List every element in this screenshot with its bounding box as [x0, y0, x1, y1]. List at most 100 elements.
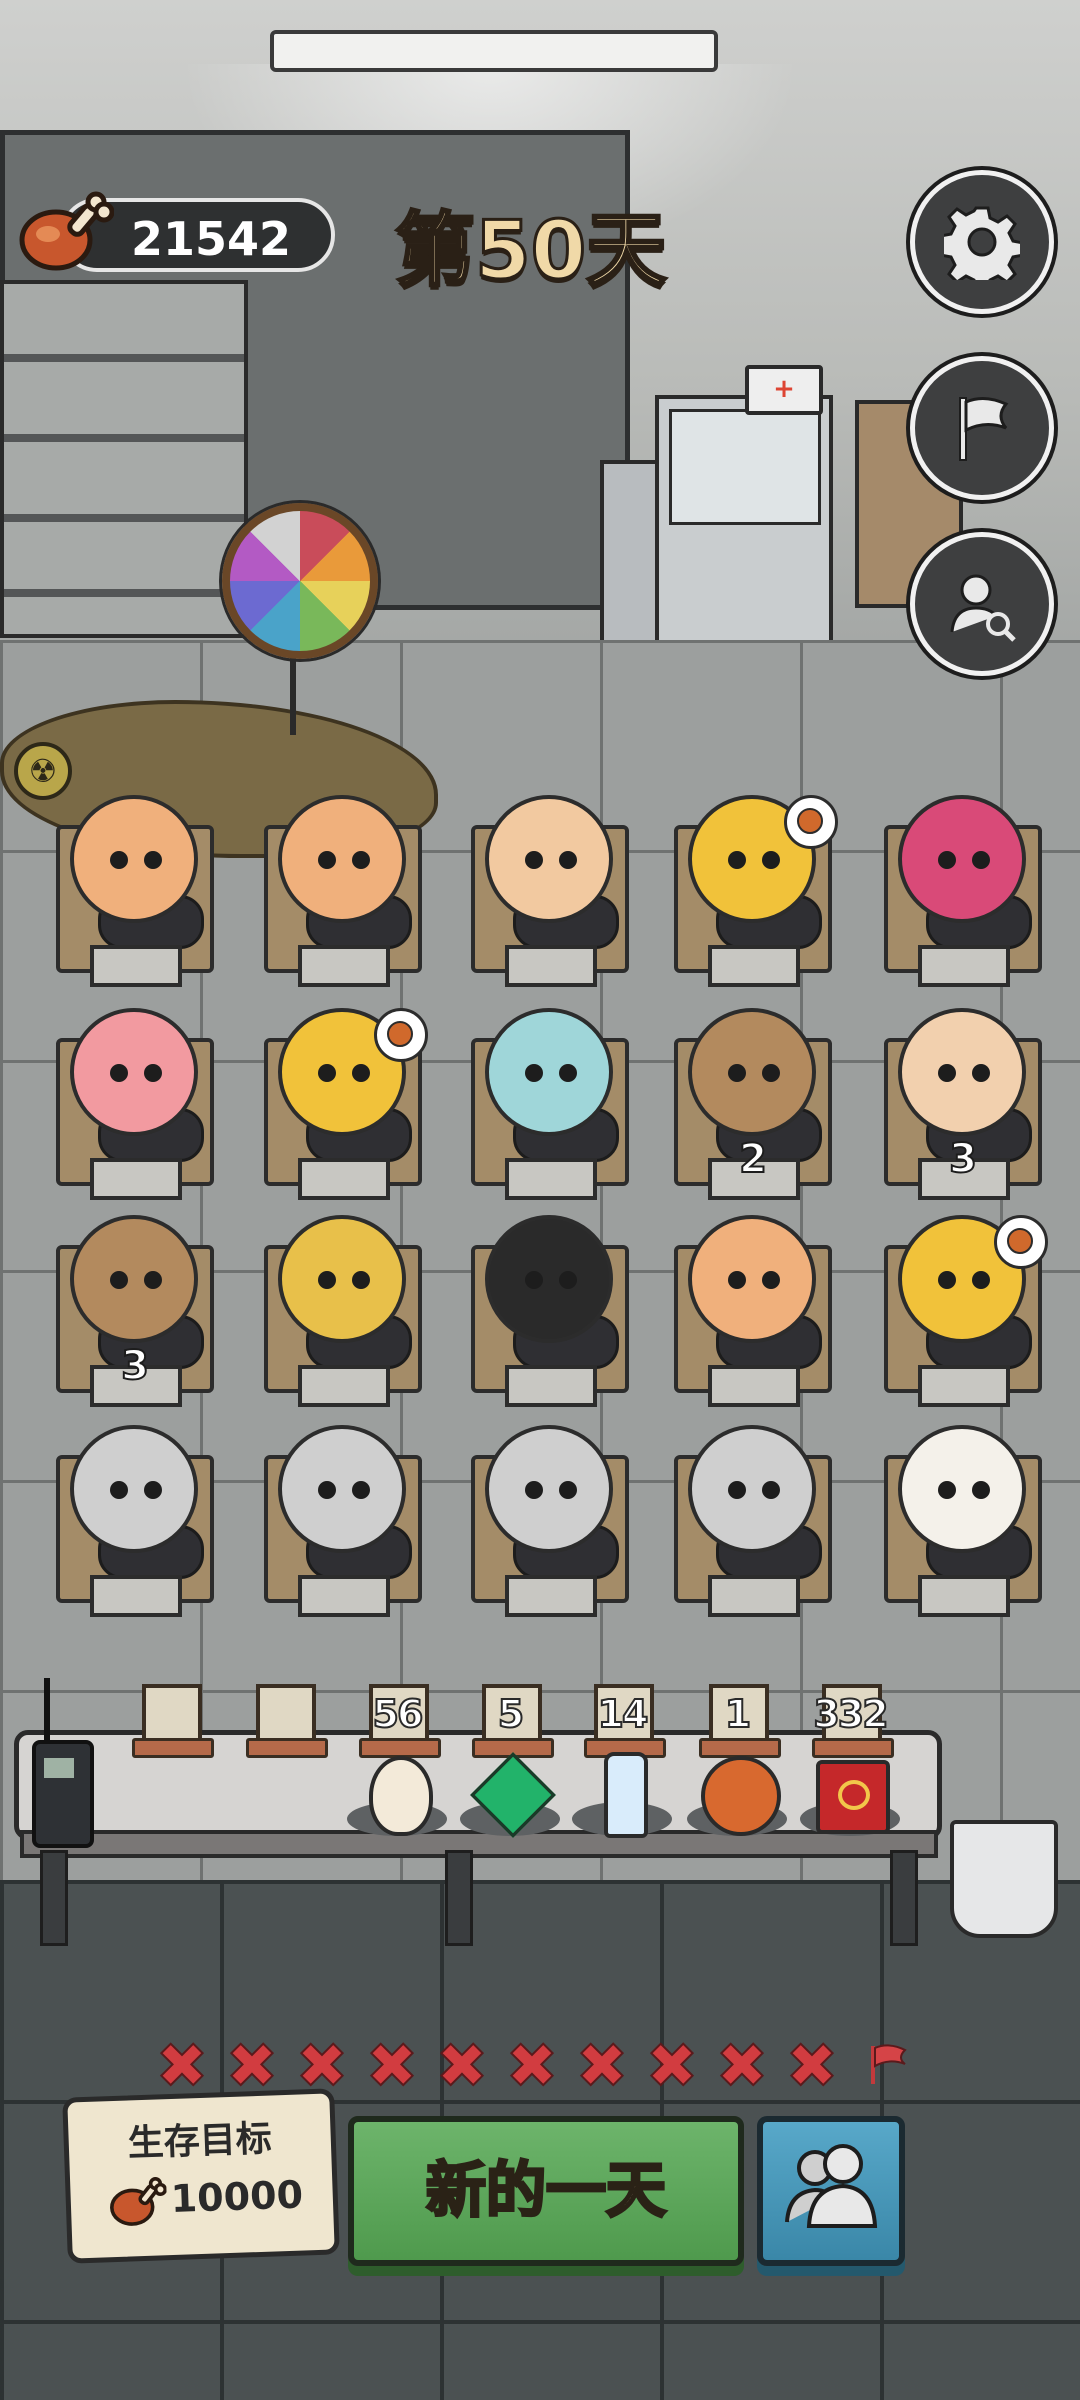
character-count: 2: [738, 1135, 768, 1183]
radiation-icon: ☢: [14, 742, 72, 800]
desk-nameplate: [505, 945, 597, 987]
player-search-button[interactable]: [910, 532, 1054, 676]
character-count: 3: [120, 1342, 150, 1390]
eye: [318, 1064, 336, 1082]
basketball-bubble-icon: [994, 1215, 1048, 1269]
eye: [938, 1064, 956, 1082]
eye: [559, 1481, 577, 1499]
meat-icon: [110, 2176, 168, 2226]
emerald-icon[interactable]: [460, 1752, 560, 1838]
student-desk[interactable]: [465, 1215, 635, 1407]
desk-nameplate: [708, 1365, 800, 1407]
eye: [144, 1064, 162, 1082]
inventory-slot[interactable]: 1: [699, 1684, 781, 1758]
eye: [110, 851, 128, 869]
eye: [559, 1271, 577, 1289]
inventory-slot[interactable]: 14: [584, 1684, 666, 1758]
student-desk[interactable]: [50, 795, 220, 987]
eye: [762, 1271, 780, 1289]
eye: [525, 1481, 543, 1499]
desk-nameplate: [708, 1575, 800, 1617]
day-mark: ✖: [365, 2029, 419, 2102]
table-leg: [890, 1850, 918, 1946]
eye: [525, 851, 543, 869]
day-mark: ✖: [645, 2029, 699, 2102]
basketball-bubble-icon: [374, 1008, 428, 1062]
student-desk[interactable]: [465, 1425, 635, 1617]
new-day-button[interactable]: 新的一天: [348, 2116, 744, 2266]
settings-button[interactable]: [910, 170, 1054, 314]
desk-nameplate: [298, 1158, 390, 1200]
player-search-icon: [950, 574, 1016, 642]
student-desk[interactable]: [258, 795, 428, 987]
gear-icon: [944, 206, 1020, 280]
eye: [728, 1271, 746, 1289]
orange-haired-girl: [688, 1215, 816, 1343]
inventory-slot[interactable]: [132, 1684, 214, 1758]
ring-box-icon[interactable]: [800, 1752, 900, 1836]
student-desk[interactable]: 3: [878, 1008, 1048, 1200]
wheel-stand: [290, 655, 296, 735]
table-leg: [445, 1850, 473, 1946]
student-desk[interactable]: [878, 1425, 1048, 1617]
student-desk[interactable]: [50, 1425, 220, 1617]
desk-nameplate: [298, 945, 390, 987]
student-desk[interactable]: [668, 1425, 838, 1617]
student-desk[interactable]: [258, 1215, 428, 1407]
slot-base: [132, 1738, 214, 1758]
day-mark: ✖: [715, 2029, 769, 2102]
flag-button[interactable]: [910, 356, 1054, 500]
eyepatch-girl: [688, 1008, 816, 1136]
eye: [559, 1064, 577, 1082]
day-progress: ✖ ✖ ✖ ✖ ✖ ✖ ✖ ✖ ✖ ✖: [152, 2029, 842, 2102]
people-button[interactable]: [757, 2116, 905, 2266]
egg-icon[interactable]: [347, 1752, 447, 1836]
table-leg: [40, 1850, 68, 1946]
basketball-bubble-icon: [784, 795, 838, 849]
student-desk[interactable]: [668, 795, 838, 987]
desk-nameplate: [918, 1575, 1010, 1617]
student-desk[interactable]: 3: [50, 1215, 220, 1407]
first-aid-kit-icon: +: [745, 365, 823, 415]
day-mark: ✖: [295, 2029, 349, 2102]
desk-nameplate: [708, 945, 800, 987]
water-bottle-icon[interactable]: [572, 1752, 672, 1838]
desk-nameplate: [90, 945, 182, 987]
student-desk[interactable]: [258, 1425, 428, 1617]
slot-card: [142, 1684, 202, 1746]
student-desk[interactable]: [668, 1215, 838, 1407]
eye: [318, 1271, 336, 1289]
basketball-icon[interactable]: [687, 1752, 787, 1836]
student-desk[interactable]: [465, 1008, 635, 1200]
egg-icon-shape: [369, 1756, 433, 1836]
eye: [110, 1064, 128, 1082]
day-mark: ✖: [575, 2029, 629, 2102]
eye: [144, 1481, 162, 1499]
desk-nameplate: [505, 1365, 597, 1407]
water-bottle-icon-shape: [604, 1752, 648, 1838]
prize-wheel[interactable]: [222, 503, 378, 659]
walkie-talkie-icon[interactable]: [32, 1678, 94, 1848]
ceiling-lamp: [270, 30, 718, 72]
student-desk[interactable]: [878, 1215, 1048, 1407]
locker: [600, 460, 660, 648]
item-count: 332: [812, 1691, 889, 1737]
student-desk[interactable]: [878, 795, 1048, 987]
inventory-slot[interactable]: [246, 1684, 328, 1758]
student-desk[interactable]: 2: [668, 1008, 838, 1200]
day-mark: ✖: [505, 2029, 559, 2102]
inventory-slot[interactable]: 5: [472, 1684, 554, 1758]
eye: [352, 1271, 370, 1289]
inventory-slot[interactable]: 56: [359, 1684, 441, 1758]
student-desk[interactable]: [258, 1008, 428, 1200]
glasses-boy-reading: [898, 1008, 1026, 1136]
eye: [352, 1064, 370, 1082]
inventory-slot[interactable]: 332: [812, 1684, 894, 1758]
slot-card: [256, 1684, 316, 1746]
desk-nameplate: [90, 1575, 182, 1617]
desk-nameplate: [505, 1158, 597, 1200]
desk-nameplate: [918, 945, 1010, 987]
eye: [352, 1481, 370, 1499]
student-desk[interactable]: [50, 1008, 220, 1200]
student-desk[interactable]: [465, 795, 635, 987]
